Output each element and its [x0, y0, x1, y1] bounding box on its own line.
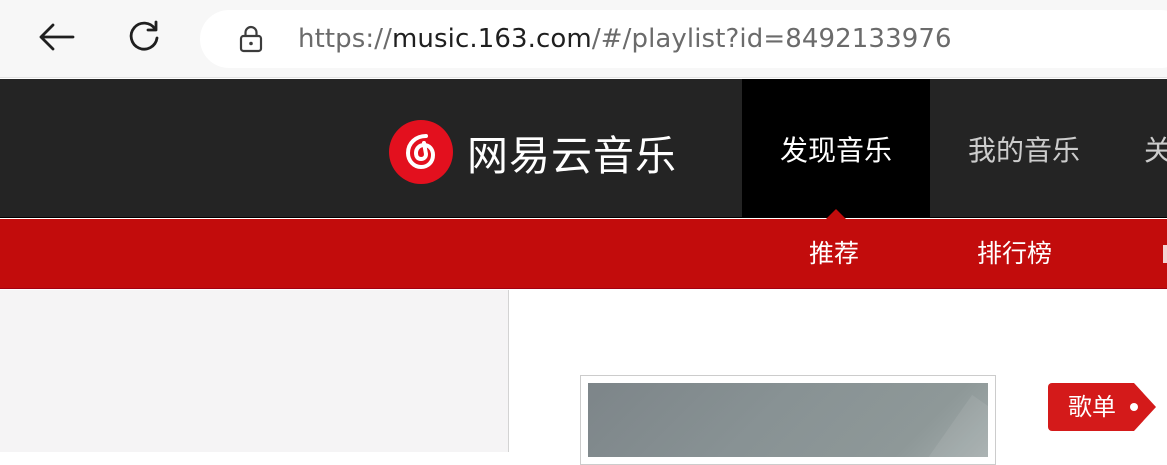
main-nav: 发现音乐 我的音乐 关 [742, 79, 1167, 219]
main-panel: 歌单 [510, 290, 1167, 465]
netease-music-logo-icon [389, 120, 453, 184]
subnav-charts[interactable]: 排行榜 [977, 219, 1052, 289]
url-host: music.163.com [392, 24, 592, 54]
logo-text: 网易云音乐 [467, 132, 677, 180]
nav-label: 关 [1144, 133, 1167, 167]
reload-button[interactable] [119, 14, 169, 64]
playlist-type-badge: 歌单 [1048, 383, 1156, 431]
left-panel [0, 290, 509, 452]
address-bar[interactable]: https://music.163.com/#/playlist?id=8492… [200, 10, 1167, 68]
nav-label: 我的音乐 [967, 133, 1080, 167]
nav-my-music[interactable]: 我的音乐 [930, 79, 1118, 218]
nav-follow[interactable]: 关 [1118, 79, 1167, 218]
url-scheme: https:// [298, 24, 392, 54]
subnav-recommend[interactable]: 推荐 [809, 219, 859, 289]
active-caret [826, 209, 846, 219]
back-button[interactable] [31, 14, 81, 64]
playlist-cover-image [588, 383, 988, 457]
subnav-next-item-edge [1163, 245, 1167, 263]
browser-toolbar: https://music.163.com/#/playlist?id=8492… [0, 0, 1167, 78]
site-logo[interactable]: 网易云音乐 [389, 117, 677, 187]
url-path: /#/playlist?id=8492133976 [591, 24, 952, 54]
site-header: 网易云音乐 发现音乐 我的音乐 关 [0, 79, 1167, 219]
sub-nav: 推荐 排行榜 [0, 219, 1167, 289]
url-text[interactable]: https://music.163.com/#/playlist?id=8492… [298, 24, 952, 54]
reload-icon [126, 19, 162, 59]
lock-icon[interactable] [236, 24, 266, 54]
arrow-left-icon [37, 22, 75, 56]
nav-discover-music[interactable]: 发现音乐 [742, 79, 930, 219]
nav-label: 发现音乐 [779, 133, 892, 167]
playlist-tag-label: 歌单 [1068, 393, 1116, 421]
